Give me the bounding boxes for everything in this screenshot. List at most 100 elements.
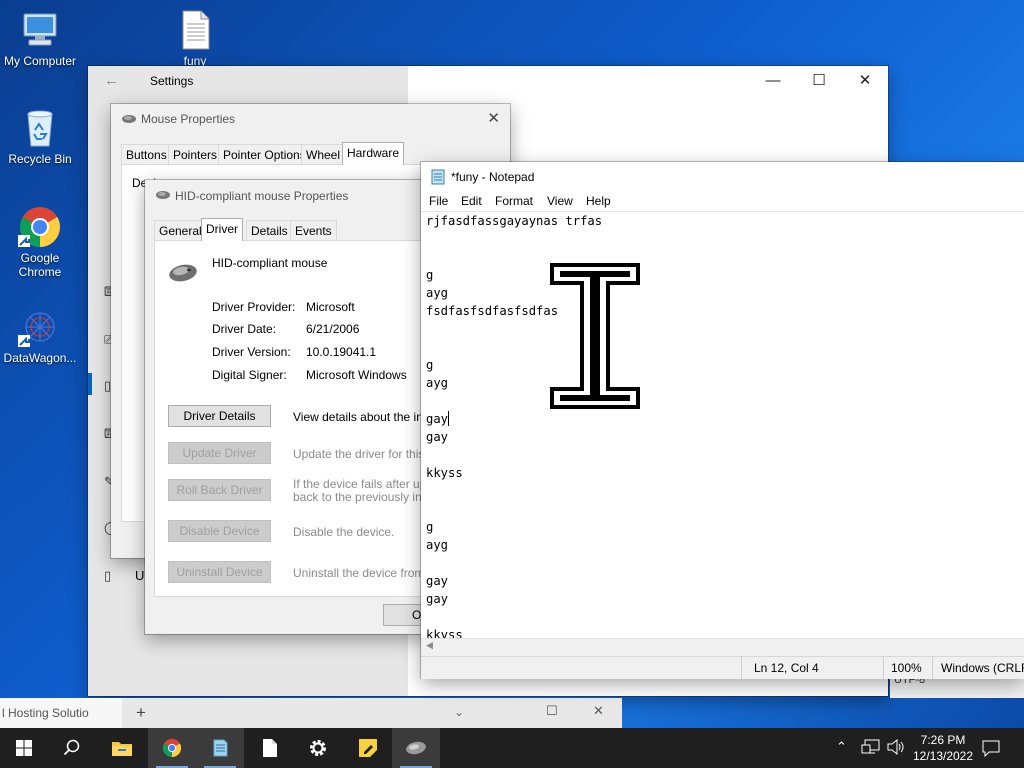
tab-wheel[interactable]: Wheel bbox=[301, 144, 346, 164]
close-button[interactable]: ✕ bbox=[842, 66, 888, 96]
settings-taskbar-button[interactable] bbox=[294, 728, 342, 768]
menu-view[interactable]: View bbox=[547, 194, 573, 208]
notepad-taskbar-button[interactable] bbox=[196, 728, 244, 768]
file-explorer-icon bbox=[112, 742, 132, 756]
digital-signer-label: Digital Signer: bbox=[212, 368, 287, 382]
hid-properties-dialog: HID-compliant mouse Properties General D… bbox=[145, 180, 446, 634]
driver-date-value: 6/21/2006 bbox=[306, 322, 360, 336]
settings-side-label[interactable]: U bbox=[135, 568, 144, 583]
update-driver-button[interactable]: Update Driver bbox=[168, 442, 271, 464]
driver-details-button[interactable]: Driver Details bbox=[168, 405, 271, 427]
tab-details[interactable]: Details bbox=[246, 220, 293, 240]
desktop-icon-my-computer[interactable]: My Computer bbox=[0, 8, 80, 68]
tab-general[interactable]: General bbox=[154, 220, 207, 240]
chrome-taskbar-button[interactable] bbox=[148, 728, 196, 768]
horizontal-scrollbar[interactable]: ◀ bbox=[421, 638, 1024, 656]
mouse-properties-taskbar-button[interactable] bbox=[392, 728, 440, 768]
browser-window-fragment: l Hosting Solutio + ⌄ ☐ ✕ bbox=[0, 698, 622, 728]
text-line bbox=[426, 482, 1006, 500]
text-line: kkyss bbox=[426, 628, 463, 638]
notifications-icon[interactable] bbox=[982, 739, 1000, 760]
search-button[interactable] bbox=[48, 728, 96, 768]
text-line: gay bbox=[426, 430, 449, 444]
tab-hardware[interactable]: Hardware bbox=[342, 142, 405, 165]
uninstall-device-button[interactable]: Uninstall Device bbox=[168, 561, 271, 583]
desktop-icon-funy[interactable]: funy bbox=[155, 8, 235, 68]
mouse-properties-tabs: Buttons Pointers Pointer Options Wheel H… bbox=[121, 142, 501, 165]
settings-title: Settings bbox=[150, 74, 194, 88]
browser-tab[interactable]: l Hosting Solutio bbox=[0, 698, 122, 728]
desktop: My Computer funy Recycle Bin Google Chro… bbox=[0, 0, 1024, 728]
hid-properties-tabs: General Driver Details Events bbox=[154, 218, 424, 241]
chrome-icon bbox=[162, 738, 182, 758]
scroll-left-icon[interactable]: ◀ bbox=[426, 640, 433, 651]
search-icon bbox=[63, 739, 80, 756]
minimize-button[interactable]: — bbox=[750, 66, 796, 96]
maximize-button[interactable]: ☐ bbox=[546, 703, 558, 719]
network-icon[interactable] bbox=[861, 739, 881, 758]
menu-format[interactable]: Format bbox=[495, 194, 533, 208]
sticky-notes-icon bbox=[359, 739, 377, 757]
text-line: ayg bbox=[426, 376, 449, 390]
clock[interactable]: 7:26 PM 12/13/2022 bbox=[909, 732, 977, 764]
text-line: ayg bbox=[426, 286, 449, 300]
menu-edit[interactable]: Edit bbox=[461, 194, 482, 208]
notepad-statusbar: Ln 12, Col 4 100% Windows (CRLF bbox=[421, 656, 1024, 679]
notepad-text-area[interactable]: rjfasdfassgayaynas trfas g ayg fsdfasfsdfa… bbox=[421, 211, 1024, 638]
close-button[interactable]: ✕ bbox=[593, 703, 604, 719]
desktop-icon-label: Recycle Bin bbox=[8, 152, 72, 166]
menu-help[interactable]: Help bbox=[586, 194, 611, 208]
sticky-notes-taskbar-button[interactable] bbox=[344, 728, 392, 768]
tab-buttons[interactable]: Buttons bbox=[121, 144, 172, 164]
roll-back-driver-desc: If the device fails after upda back to t… bbox=[293, 477, 440, 504]
tab-events[interactable]: Events bbox=[290, 220, 337, 240]
text-line bbox=[426, 320, 1006, 338]
roll-back-driver-button[interactable]: Roll Back Driver bbox=[168, 479, 271, 501]
desktop-icon-label: My Computer bbox=[3, 54, 77, 68]
menu-file[interactable]: File bbox=[429, 194, 448, 208]
taskbar: ⌃ 7:26 PM 12/13/2022 bbox=[0, 728, 1024, 768]
text-line: ayg bbox=[426, 538, 449, 552]
text-line: rjfasdfassgayaynas trfas bbox=[426, 214, 603, 228]
uninstall-device-desc: Uninstall the device from th bbox=[293, 566, 438, 580]
digital-signer-value: Microsoft Windows bbox=[306, 368, 407, 382]
zoom-level: 100% bbox=[891, 661, 922, 675]
tab-pointer-options[interactable]: Pointer Options bbox=[218, 144, 311, 164]
settings-titlebar-left bbox=[88, 66, 408, 96]
text-line bbox=[426, 446, 1006, 464]
disable-device-button[interactable]: Disable Device bbox=[168, 520, 271, 542]
close-button[interactable]: ✕ bbox=[487, 109, 500, 127]
desktop-icon-label: DataWagon... bbox=[3, 351, 77, 365]
desktop-icon-datawagon[interactable]: DataWagon... bbox=[0, 305, 80, 365]
text-line: g bbox=[426, 268, 434, 282]
desktop-icon-recycle-bin[interactable]: Recycle Bin bbox=[0, 106, 80, 166]
notepad-menubar: File Edit Format View Help bbox=[421, 190, 1024, 210]
notepad-content[interactable]: rjfasdfassgayaynas trfas g ayg fsdfasfsdfa… bbox=[426, 212, 1006, 638]
tab-driver[interactable]: Driver bbox=[201, 218, 243, 241]
maximize-button[interactable]: ☐ bbox=[796, 66, 842, 96]
start-button[interactable] bbox=[0, 728, 48, 768]
new-tab-button[interactable]: + bbox=[136, 703, 146, 723]
monitor-icon bbox=[18, 8, 62, 52]
desktop-icon-google-chrome[interactable]: Google Chrome bbox=[0, 205, 80, 279]
text-line bbox=[426, 248, 1006, 266]
file-taskbar-button[interactable] bbox=[246, 728, 294, 768]
volume-icon[interactable] bbox=[887, 738, 905, 758]
text-caret bbox=[448, 411, 450, 426]
chevron-up-icon[interactable]: ⌃ bbox=[836, 739, 847, 755]
tab-pointers[interactable]: Pointers bbox=[168, 144, 223, 164]
notepad-icon bbox=[430, 169, 446, 188]
text-line: g bbox=[426, 358, 434, 372]
mouse-icon bbox=[155, 189, 171, 204]
file-explorer-button[interactable] bbox=[98, 728, 146, 768]
desktop-icon-label: Google Chrome bbox=[18, 251, 62, 279]
back-arrow-icon[interactable]: ← bbox=[104, 72, 119, 89]
notepad-window: *funy - Notepad File Edit Format View He… bbox=[421, 162, 1024, 679]
usb-icon[interactable]: ▯ bbox=[104, 568, 118, 583]
cursor-position: Ln 12, Col 4 bbox=[754, 661, 819, 675]
text-file-icon bbox=[173, 8, 217, 52]
text-line bbox=[426, 554, 1006, 572]
text-line: gay bbox=[426, 592, 449, 606]
text-line bbox=[426, 338, 1006, 356]
chevron-down-icon[interactable]: ⌄ bbox=[454, 705, 464, 719]
